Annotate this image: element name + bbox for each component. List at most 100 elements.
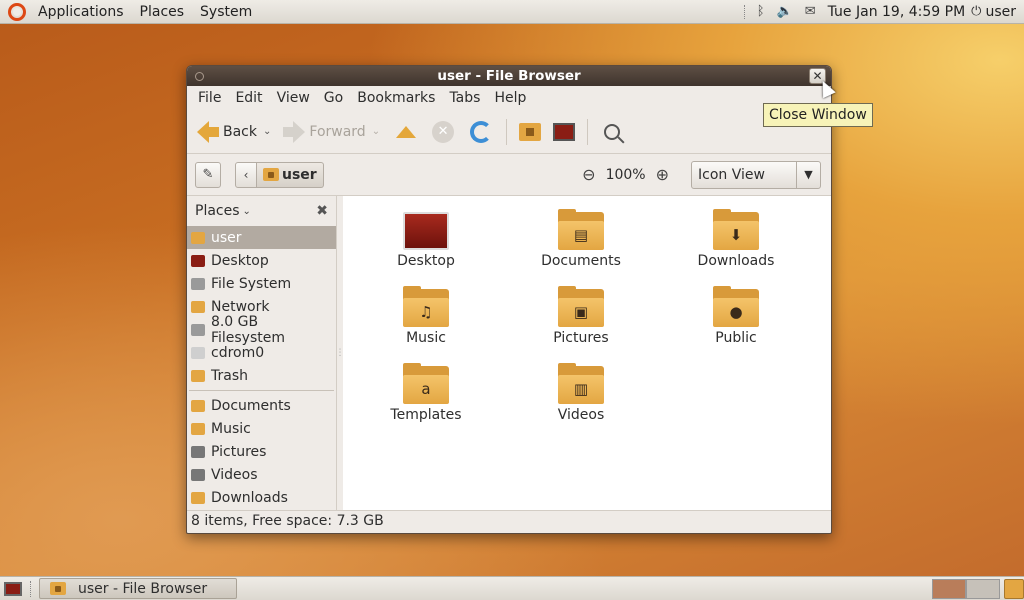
menubar: File Edit View Go Bookmarks Tabs Help (187, 86, 831, 110)
sidebar-type-select[interactable]: Places (195, 203, 240, 219)
search-icon[interactable] (604, 123, 621, 140)
file-label: Downloads (697, 253, 775, 269)
file-item-public[interactable]: ● Public (681, 286, 791, 346)
back-history-dropdown[interactable]: ⌄ (261, 126, 279, 137)
back-arrow-tail (209, 126, 219, 137)
sidebar-item-label: cdrom0 (211, 344, 265, 361)
file-label: Documents (541, 253, 621, 269)
workspace-1[interactable] (932, 578, 966, 599)
reload-icon[interactable] (470, 120, 493, 143)
zoom-level[interactable]: 100% (602, 167, 650, 183)
desktop-icon (403, 212, 449, 250)
sidebar-item-label: Music (211, 420, 251, 437)
sidebar-item-user[interactable]: user (187, 226, 336, 249)
home-icon[interactable] (519, 122, 542, 141)
sidebar-item-pictures[interactable]: Pictures (187, 440, 336, 463)
menu-file[interactable]: File (191, 90, 228, 106)
titlebar[interactable]: user - File Browser ✕ (187, 66, 831, 86)
videos-folder-icon: ▥ (558, 363, 604, 404)
zoom-out-icon[interactable]: ⊖ (576, 165, 601, 184)
menu-help[interactable]: Help (487, 90, 533, 106)
breadcrumb-user[interactable]: user (257, 161, 324, 188)
forward-button[interactable]: Forward (279, 116, 369, 148)
chevron-down-icon[interactable]: ⌄ (243, 206, 251, 217)
ubuntu-logo-icon[interactable] (8, 2, 26, 21)
file-label: Music (406, 330, 446, 346)
close-sidebar-icon[interactable]: ✖ (316, 203, 328, 219)
bluetooth-icon[interactable]: ᛒ (751, 4, 771, 19)
file-label: Videos (557, 407, 605, 423)
file-item-templates[interactable]: a Templates (371, 363, 481, 423)
sidebar-item-label: Videos (211, 466, 258, 483)
user-menu[interactable]: user (981, 4, 1024, 20)
taskbar-window-button[interactable]: user - File Browser (39, 578, 237, 599)
sidebar-item-file-system[interactable]: File System (187, 272, 336, 295)
location-bar: ✎ ‹ user ⊖ 100% ⊕ Icon View ▼ (187, 154, 831, 196)
sidebar-item-documents[interactable]: Documents (187, 394, 336, 417)
sidebar-item-8-0-gb-filesystem[interactable]: 8.0 GB Filesystem (187, 314, 336, 346)
file-label: Desktop (397, 253, 455, 269)
desktop-icon (191, 254, 205, 267)
edit-location-button[interactable]: ✎ (195, 161, 221, 188)
breadcrumb-scroll-left[interactable]: ‹ (235, 161, 257, 188)
sidebar-item-label: Documents (211, 397, 291, 414)
folder-emblem: ▤ (573, 226, 589, 244)
bottom-panel: user - File Browser (0, 576, 1024, 600)
stop-icon[interactable]: ✕ (432, 120, 455, 143)
network-folder-icon (191, 300, 205, 313)
sidebar-item-trash[interactable]: Trash (187, 364, 336, 387)
harddisk-icon (191, 277, 205, 290)
trash-applet-icon[interactable] (1004, 578, 1024, 599)
sidebar-item-downloads[interactable]: Downloads (187, 486, 336, 509)
file-item-pictures[interactable]: ▣ Pictures (526, 286, 636, 346)
sidebar-item-label: Trash (211, 367, 248, 384)
sidebar-item-desktop[interactable]: Desktop (187, 249, 336, 272)
file-item-videos[interactable]: ▥ Videos (526, 363, 636, 423)
back-label: Back (223, 123, 257, 140)
pictures-folder-icon: ▣ (558, 286, 604, 327)
applications-menu[interactable]: Applications (30, 4, 132, 20)
sidebar-item-label: Downloads (211, 489, 288, 506)
view-mode-select[interactable]: Icon View ▼ (691, 160, 821, 189)
drive-icon (191, 323, 205, 336)
up-arrow-icon[interactable] (396, 125, 417, 138)
status-bar: 8 items, Free space: 7.3 GB (187, 510, 831, 531)
menu-go[interactable]: Go (317, 90, 350, 106)
zoom-in-icon[interactable]: ⊕ (650, 165, 675, 184)
power-icon[interactable]: ⏻ (971, 4, 981, 19)
show-desktop-icon[interactable] (4, 581, 22, 596)
system-menu[interactable]: System (192, 4, 260, 20)
menu-view[interactable]: View (270, 90, 317, 106)
back-arrow-icon (197, 120, 209, 143)
file-item-downloads[interactable]: ⬇ Downloads (681, 209, 791, 269)
music-folder-icon: ♫ (403, 286, 449, 327)
taskbar-window-label: user - File Browser (78, 580, 208, 597)
cdrom-icon (191, 346, 205, 359)
window-title: user - File Browser (437, 68, 581, 84)
file-item-music[interactable]: ♫ Music (371, 286, 481, 346)
status-text: 8 items, Free space: 7.3 GB (191, 513, 384, 529)
sidebar-item-music[interactable]: Music (187, 417, 336, 440)
forward-label: Forward (309, 123, 366, 140)
computer-icon[interactable] (553, 122, 576, 141)
places-menu[interactable]: Places (132, 4, 193, 20)
documents-folder-icon: ▤ (558, 209, 604, 250)
icon-view[interactable]: Desktop ▤ Documents ⬇ Downloads ♫ Music ▣ Pictur… (343, 196, 831, 510)
back-button[interactable]: Back (193, 116, 261, 148)
folder-icon (50, 582, 66, 595)
home-folder-icon (263, 168, 279, 181)
templates-folder-icon: a (403, 363, 449, 404)
workspace-2[interactable] (966, 578, 1000, 599)
forward-history-dropdown[interactable]: ⌄ (370, 126, 388, 137)
menu-bookmarks[interactable]: Bookmarks (350, 90, 442, 106)
volume-icon[interactable]: 🔈 (771, 4, 799, 19)
menu-tabs[interactable]: Tabs (442, 90, 487, 106)
sidebar-item-videos[interactable]: Videos (187, 463, 336, 486)
clock[interactable]: Tue Jan 19, 4:59 PM (822, 4, 972, 20)
content-area: Places ⌄ ✖ user Desktop File System Network… (187, 196, 831, 510)
file-item-desktop[interactable]: Desktop (371, 212, 481, 269)
sidebar: Places ⌄ ✖ user Desktop File System Network… (187, 196, 337, 510)
menu-edit[interactable]: Edit (228, 90, 269, 106)
mail-icon[interactable]: ✉ (799, 4, 822, 19)
file-item-documents[interactable]: ▤ Documents (526, 209, 636, 269)
